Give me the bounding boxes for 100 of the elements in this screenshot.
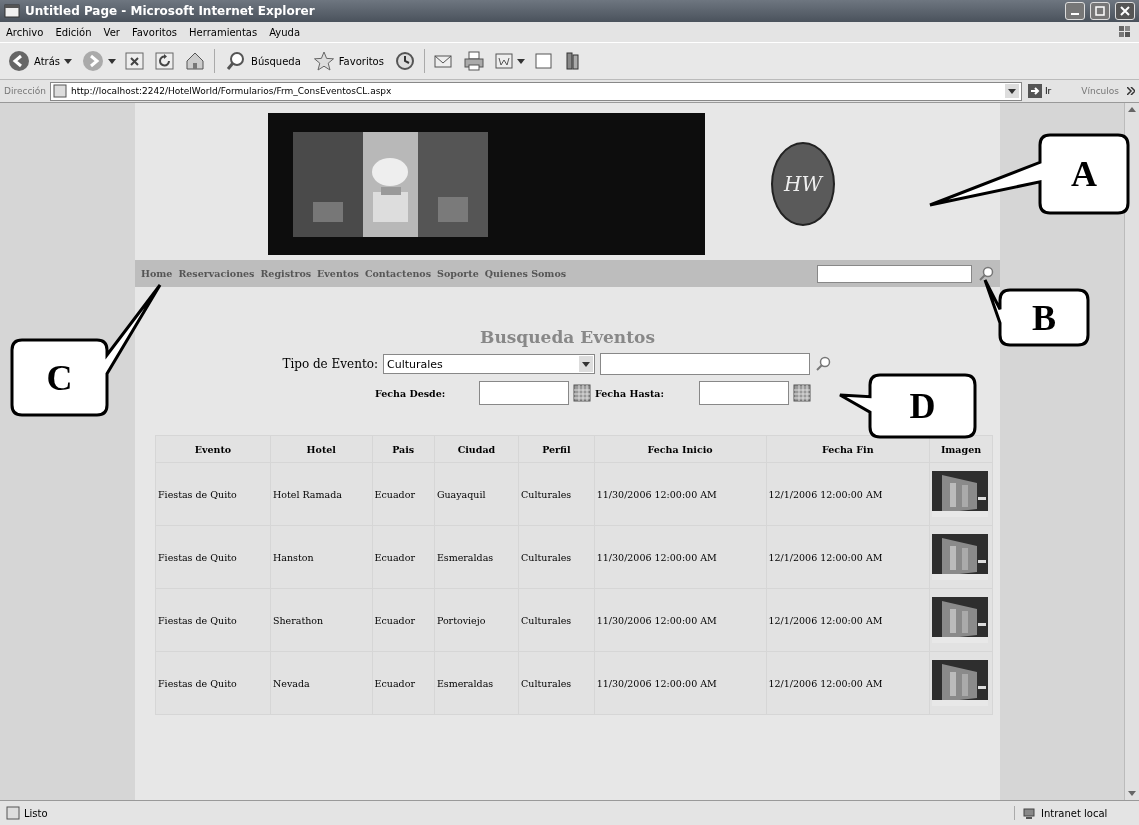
maximize-icon — [1095, 6, 1105, 16]
logo: HW — [771, 142, 835, 226]
table-cell: Ecuador — [372, 525, 435, 589]
field-label: Fecha Hasta: — [595, 387, 665, 399]
field-label: Tipo de Evento: — [281, 357, 378, 371]
column-header: Evento — [155, 435, 271, 463]
windows-logo-icon — [1117, 24, 1133, 40]
field-label: Fecha Desde: — [375, 387, 447, 399]
refresh-icon[interactable] — [154, 50, 177, 72]
scroll-up-icon[interactable] — [1128, 107, 1136, 112]
search-button[interactable]: Búsqueda — [223, 50, 303, 72]
date-field[interactable] — [699, 381, 789, 405]
caret-icon[interactable] — [516, 58, 525, 64]
browser-icon — [4, 3, 20, 19]
edit-icon[interactable] — [492, 50, 515, 72]
arrow-icon — [1027, 84, 1042, 98]
search-field[interactable] — [817, 264, 972, 283]
table-cell: Culturales — [518, 462, 595, 526]
menu-item[interactable]: Favoritos — [131, 26, 178, 38]
menu-item[interactable]: Archivo — [6, 26, 44, 38]
table-cell: 12/1/2006 12:00:00 AM — [766, 462, 930, 526]
callout: D — [838, 373, 977, 439]
table-cell: 11/30/2006 12:00:00 AM — [594, 462, 766, 526]
table-cell: 12/1/2006 12:00:00 AM — [766, 525, 930, 589]
table-cell: Nevada — [270, 651, 373, 715]
table-cell: Fiestas de Quito — [155, 525, 271, 589]
date-field[interactable] — [479, 381, 569, 405]
zone-text: Intranet local — [1041, 807, 1108, 819]
table-cell: 12/1/2006 12:00:00 AM — [766, 651, 930, 715]
table-cell: 11/30/2006 12:00:00 AM — [594, 588, 766, 652]
history-icon[interactable] — [393, 50, 416, 72]
table-cell: Fiestas de Quito — [155, 651, 271, 715]
column-header: Pais — [372, 435, 435, 463]
table-cell: Portoviejo — [434, 588, 519, 652]
search-icon[interactable] — [815, 356, 831, 372]
search-icon[interactable] — [978, 265, 994, 282]
status-text: Listo — [24, 807, 48, 819]
table-cell: 11/30/2006 12:00:00 AM — [594, 651, 766, 715]
nav-link[interactable]: Quienes Somos — [484, 268, 567, 279]
table-cell: Esmeraldas — [434, 651, 519, 715]
menu-item[interactable]: Herramientas — [189, 26, 258, 38]
nav-link[interactable]: Home — [141, 268, 173, 279]
text-field[interactable] — [600, 353, 810, 375]
caret-icon[interactable] — [108, 58, 117, 64]
table-cell: Esmeraldas — [434, 525, 519, 589]
table-cell: Fiestas de Quito — [155, 462, 271, 526]
print-icon[interactable] — [462, 50, 485, 72]
page-icon — [6, 806, 20, 820]
table-cell: Culturales — [518, 588, 595, 652]
scroll-down-icon[interactable] — [1128, 791, 1136, 796]
maximize-button[interactable] — [1090, 2, 1110, 20]
table-cell: 12/1/2006 12:00:00 AM — [766, 588, 930, 652]
table-cell: Ecuador — [372, 462, 435, 526]
callout: C — [10, 283, 162, 417]
calendar-icon[interactable] — [793, 384, 811, 402]
nav-link[interactable]: Reservaciones — [178, 268, 255, 279]
page-heading: Busqueda Eventos — [479, 327, 656, 347]
favorites-button[interactable]: Favoritos — [310, 50, 386, 72]
home-icon[interactable] — [184, 50, 207, 72]
menu-item[interactable]: Ayuda — [269, 26, 301, 38]
column-header: Perfil — [518, 435, 595, 463]
window-title: Untitled Page - Microsoft Internet Explorer — [25, 4, 315, 18]
table-cell: Hotel Ramada — [270, 462, 373, 526]
table-cell: Culturales — [518, 525, 595, 589]
table-cell: Culturales — [518, 651, 595, 715]
scrollbar[interactable] — [1124, 103, 1139, 800]
links-label[interactable]: Vínculos — [1061, 86, 1123, 96]
table-cell: Ecuador — [372, 588, 435, 652]
network-icon — [1023, 806, 1037, 820]
table-cell: 11/30/2006 12:00:00 AM — [594, 525, 766, 589]
table-cell: Fiestas de Quito — [155, 588, 271, 652]
back-button[interactable]: Atrás — [6, 50, 63, 72]
minimize-icon — [1071, 13, 1079, 15]
go-button[interactable]: Ir — [1025, 84, 1058, 98]
table-cell: Ecuador — [372, 651, 435, 715]
star-icon — [312, 50, 335, 72]
event-type-dropdown[interactable]: Culturales — [383, 354, 595, 374]
nav-link[interactable]: Eventos — [317, 268, 359, 279]
menu-item[interactable]: Ver — [103, 26, 120, 38]
address-label: Dirección — [4, 86, 47, 96]
caret-icon[interactable] — [64, 58, 73, 64]
callout: A — [928, 133, 1130, 215]
minimize-button[interactable] — [1065, 2, 1085, 20]
address-field[interactable]: http://localhost:2242/HotelWorld/Formularios/Frm_ConsEventosCL.aspx — [50, 81, 1022, 101]
table-cell: Guayaquil — [434, 462, 519, 526]
calendar-icon[interactable] — [573, 384, 591, 402]
chevron-icon[interactable] — [1127, 87, 1135, 95]
nav-link[interactable]: Soporte — [437, 268, 479, 279]
close-icon — [1120, 6, 1130, 16]
close-button[interactable] — [1115, 2, 1135, 20]
nav-link[interactable]: Registros — [260, 268, 312, 279]
column-header: Fecha Inicio — [594, 435, 766, 463]
column-header: Hotel — [270, 435, 373, 463]
column-header: Ciudad — [434, 435, 519, 463]
callout: B — [983, 278, 1090, 347]
page-icon — [53, 84, 68, 98]
stop-icon[interactable] — [124, 50, 147, 72]
table-cell: Sherathon — [270, 588, 373, 652]
nav-link[interactable]: Contactenos — [364, 268, 432, 279]
menu-item[interactable]: Edición — [55, 26, 92, 38]
